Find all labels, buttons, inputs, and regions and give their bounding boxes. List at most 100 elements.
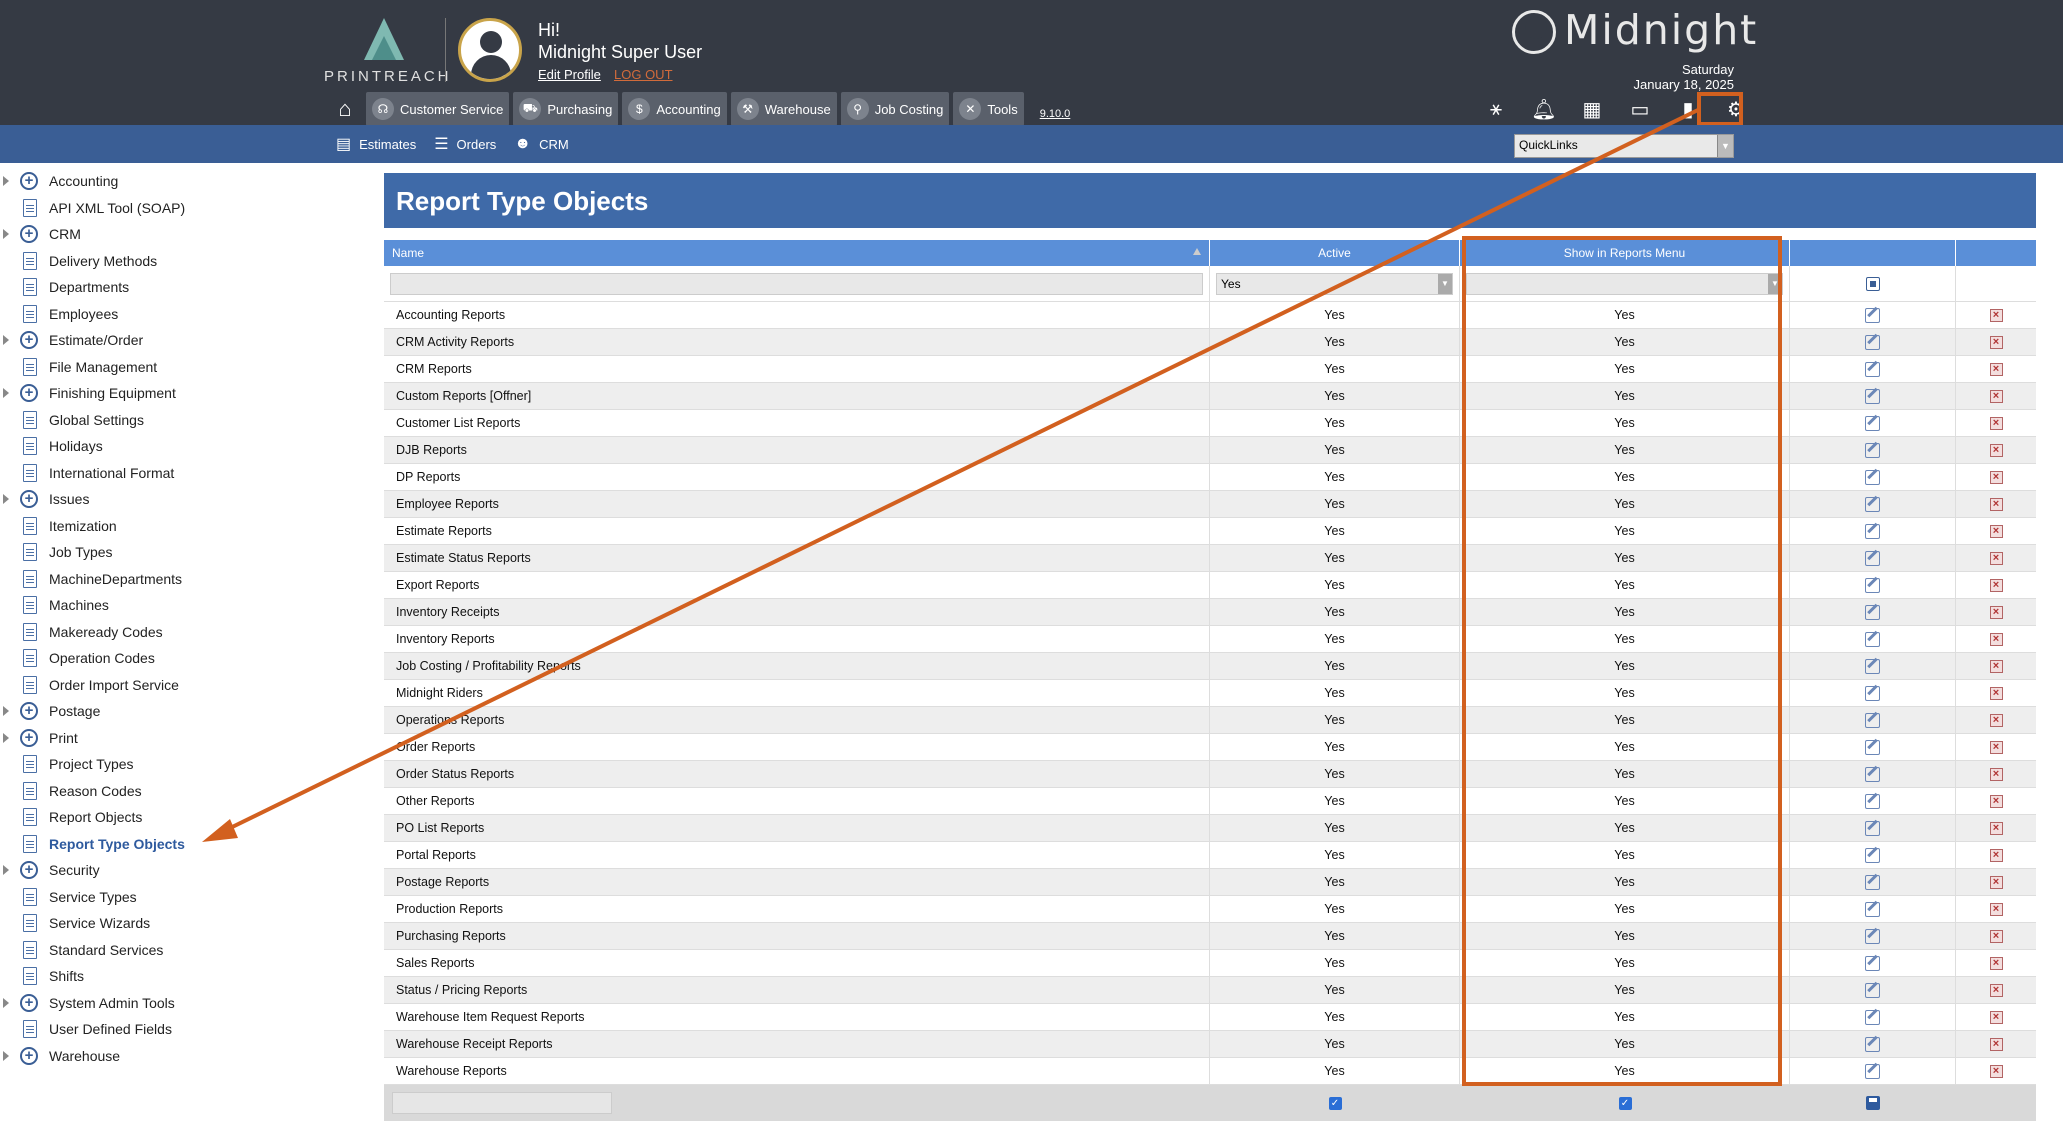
avatar[interactable] <box>458 18 522 82</box>
table-row[interactable]: Inventory Receipts Yes Yes × <box>384 599 2036 626</box>
sidebar-item[interactable]: Project Types <box>0 751 340 778</box>
clear-filter-icon[interactable] <box>1865 276 1880 291</box>
delete-icon[interactable]: × <box>1989 335 2003 349</box>
sidebar-item[interactable]: File Management <box>0 354 340 381</box>
edit-icon[interactable] <box>1865 550 1880 566</box>
sidebar-item[interactable]: + Security <box>0 857 340 884</box>
new-active-checkbox[interactable]: ✓ <box>1328 1096 1342 1110</box>
edit-icon[interactable] <box>1865 469 1880 485</box>
nav-customer-service[interactable]: ☊ Customer Service <box>366 92 510 126</box>
sidebar-item[interactable]: Delivery Methods <box>0 248 340 275</box>
edit-icon[interactable] <box>1865 334 1880 350</box>
edit-icon[interactable] <box>1865 766 1880 782</box>
edit-icon[interactable] <box>1865 1036 1880 1052</box>
edit-icon[interactable] <box>1865 415 1880 431</box>
delete-icon[interactable]: × <box>1989 767 2003 781</box>
sidebar-item[interactable]: Global Settings <box>0 407 340 434</box>
nav-accounting[interactable]: $ Accounting <box>622 92 727 126</box>
delete-icon[interactable]: × <box>1989 632 2003 646</box>
edit-icon[interactable] <box>1865 1063 1880 1079</box>
sidebar-item[interactable]: Itemization <box>0 513 340 540</box>
table-row[interactable]: Purchasing Reports Yes Yes × <box>384 923 2036 950</box>
delete-icon[interactable]: × <box>1989 470 2003 484</box>
edit-icon[interactable] <box>1865 901 1880 917</box>
name-filter-input[interactable] <box>390 272 1203 295</box>
edit-icon[interactable] <box>1865 523 1880 539</box>
table-row[interactable]: Estimate Reports Yes Yes × <box>384 518 2036 545</box>
table-row[interactable]: PO List Reports Yes Yes × <box>384 815 2036 842</box>
table-row[interactable]: Operations Reports Yes Yes × <box>384 707 2036 734</box>
delete-icon[interactable]: × <box>1989 416 2003 430</box>
table-row[interactable]: Order Reports Yes Yes × <box>384 734 2036 761</box>
table-row[interactable]: Estimate Status Reports Yes Yes × <box>384 545 2036 572</box>
sidebar-item[interactable]: Departments <box>0 274 340 301</box>
edit-icon[interactable] <box>1865 739 1880 755</box>
delete-icon[interactable]: × <box>1989 605 2003 619</box>
sidebar-item[interactable]: Holidays <box>0 433 340 460</box>
edit-icon[interactable] <box>1865 604 1880 620</box>
edit-icon[interactable] <box>1865 361 1880 377</box>
sidebar-item[interactable]: Reason Codes <box>0 778 340 805</box>
table-row[interactable]: Accounting Reports Yes Yes × <box>384 302 2036 329</box>
delete-icon[interactable]: × <box>1989 1010 2003 1024</box>
expand-caret-icon[interactable] <box>3 1050 9 1061</box>
delete-icon[interactable]: × <box>1989 1064 2003 1078</box>
edit-icon[interactable] <box>1865 658 1880 674</box>
sidebar-item[interactable]: + Estimate/Order <box>0 327 340 354</box>
expand-caret-icon[interactable] <box>3 865 9 875</box>
sidebar-item[interactable]: User Defined Fields <box>0 1016 340 1043</box>
monitor-icon[interactable]: ▭ <box>1616 94 1664 124</box>
sidebar-item[interactable]: Job Types <box>0 539 340 566</box>
edit-icon[interactable] <box>1865 712 1880 728</box>
table-row[interactable]: Status / Pricing Reports Yes Yes × <box>384 977 2036 1004</box>
delete-icon[interactable]: × <box>1989 794 2003 808</box>
sidebar-item[interactable]: Operation Codes <box>0 645 340 672</box>
table-row[interactable]: Export Reports Yes Yes × <box>384 572 2036 599</box>
delete-icon[interactable]: × <box>1989 902 2003 916</box>
edit-icon[interactable] <box>1865 928 1880 944</box>
active-filter-select[interactable]: Yes ▼ <box>1216 272 1453 295</box>
delete-icon[interactable]: × <box>1989 443 2003 457</box>
nav-tools[interactable]: ✕ Tools <box>953 92 1024 126</box>
table-row[interactable]: Postage Reports Yes Yes × <box>384 869 2036 896</box>
bell-icon[interactable]: 🔔︎ <box>1520 94 1568 124</box>
new-name-input[interactable] <box>392 1092 612 1114</box>
sidebar-item[interactable]: Report Type Objects <box>0 831 340 858</box>
nav-purchasing[interactable]: ⛟ Purchasing <box>513 92 619 126</box>
version-link[interactable]: 9.10.0 <box>1040 108 1071 126</box>
delete-icon[interactable]: × <box>1989 956 2003 970</box>
delete-icon[interactable]: × <box>1989 389 2003 403</box>
expand-caret-icon[interactable] <box>3 494 9 504</box>
sidebar-item[interactable]: + CRM <box>0 221 340 248</box>
delete-icon[interactable]: × <box>1989 983 2003 997</box>
sidebar-item[interactable]: + Print <box>0 725 340 752</box>
edit-profile-link[interactable]: Edit Profile <box>538 67 601 82</box>
network-icon[interactable]: ⚹ <box>1472 94 1520 124</box>
table-row[interactable]: CRM Reports Yes Yes × <box>384 356 2036 383</box>
quicklinks-select[interactable]: QuickLinks ▼ <box>1514 134 1734 158</box>
delete-icon[interactable]: × <box>1989 578 2003 592</box>
new-menu-checkbox[interactable]: ✓ <box>1618 1096 1632 1110</box>
expand-caret-icon[interactable] <box>3 388 9 398</box>
table-row[interactable]: DJB Reports Yes Yes × <box>384 437 2036 464</box>
delete-icon[interactable]: × <box>1989 686 2003 700</box>
edit-icon[interactable] <box>1865 307 1880 323</box>
nav-warehouse[interactable]: ⚒ Warehouse <box>730 92 837 126</box>
sidebar-item[interactable]: Service Wizards <box>0 910 340 937</box>
printreach-logo[interactable]: PRINTREACH <box>324 18 449 88</box>
delete-icon[interactable]: × <box>1989 524 2003 538</box>
table-row[interactable]: Order Status Reports Yes Yes × <box>384 761 2036 788</box>
expand-caret-icon[interactable] <box>3 732 9 743</box>
table-row[interactable]: Production Reports Yes Yes × <box>384 896 2036 923</box>
delete-icon[interactable]: × <box>1989 497 2003 511</box>
delete-icon[interactable]: × <box>1989 875 2003 889</box>
column-header-active[interactable]: Active <box>1210 240 1460 266</box>
sidebar-item[interactable]: Employees <box>0 301 340 328</box>
sidebar-item[interactable]: + Postage <box>0 698 340 725</box>
delete-icon[interactable]: × <box>1989 848 2003 862</box>
sidebar-item[interactable]: + Warehouse <box>0 1043 340 1070</box>
table-row[interactable]: Job Costing / Profitability Reports Yes Ye… <box>384 653 2036 680</box>
edit-icon[interactable] <box>1865 820 1880 836</box>
expand-caret-icon[interactable] <box>3 229 9 239</box>
edit-icon[interactable] <box>1865 874 1880 890</box>
